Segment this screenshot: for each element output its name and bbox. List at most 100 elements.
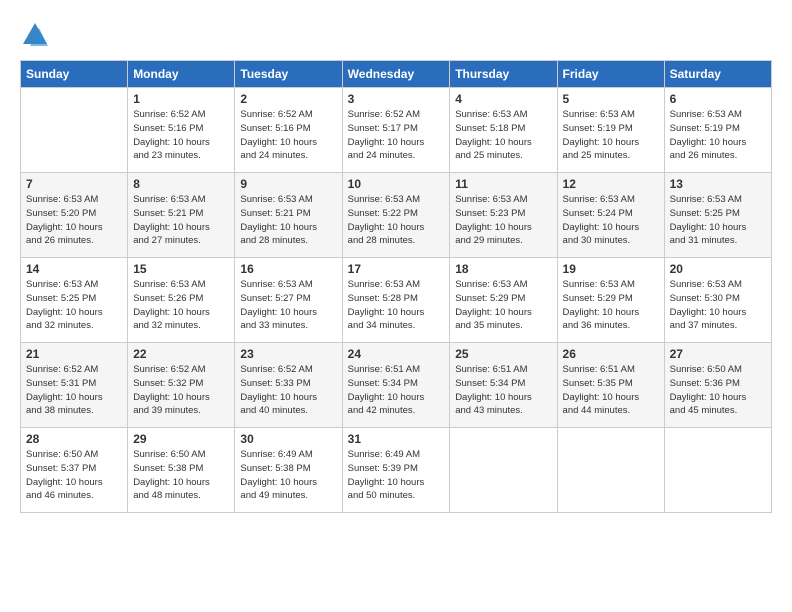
calendar-cell: 19 Sunrise: 6:53 AMSunset: 5:29 PMDayligh… [557,258,664,343]
calendar-cell: 25Sunrise: 6:51 AMSunset: 5:34 PMDayligh… [450,343,557,428]
day-number: 13 [670,177,766,191]
day-number: 24 [348,347,445,361]
day-info: Sunrise: 6:51 AMSunset: 5:35 PMDaylight:… [563,363,659,418]
day-number: 27 [670,347,766,361]
day-number: 31 [348,432,445,446]
week-row-3: 14 Sunrise: 6:53 AMSunset: 5:25 PMDayligh… [21,258,772,343]
day-info: Sunrise: 6:53 AMSunset: 5:30 PMDaylight:… [670,278,766,333]
logo [20,20,56,50]
day-number: 16 [240,262,336,276]
day-number: 19 [563,262,659,276]
column-header-monday: Monday [128,61,235,88]
day-number: 14 [26,262,122,276]
day-number: 18 [455,262,551,276]
calendar-cell [664,428,771,513]
calendar-cell [450,428,557,513]
day-info: Sunrise: 6:51 AMSunset: 5:34 PMDaylight:… [348,363,445,418]
week-row-1: 1 Sunrise: 6:52 AMSunset: 5:16 PMDaylight… [21,88,772,173]
calendar-body: 1 Sunrise: 6:52 AMSunset: 5:16 PMDaylight… [21,88,772,513]
calendar-cell: 26 Sunrise: 6:51 AMSunset: 5:35 PMDayligh… [557,343,664,428]
calendar-cell: 16 Sunrise: 6:53 AMSunset: 5:27 PMDayligh… [235,258,342,343]
header-row: SundayMondayTuesdayWednesdayThursdayFrid… [21,61,772,88]
day-info: Sunrise: 6:52 AMSunset: 5:16 PMDaylight:… [133,108,229,163]
calendar-cell [21,88,128,173]
day-number: 7 [26,177,122,191]
day-info: Sunrise: 6:53 AMSunset: 5:18 PMDaylight:… [455,108,551,163]
day-info: Sunrise: 6:53 AMSunset: 5:27 PMDaylight:… [240,278,336,333]
day-number: 26 [563,347,659,361]
day-info: Sunrise: 6:53 AMSunset: 5:29 PMDaylight:… [563,278,659,333]
day-number: 17 [348,262,445,276]
calendar-cell: 10Sunrise: 6:53 AMSunset: 5:22 PMDayligh… [342,173,450,258]
calendar-cell: 28 Sunrise: 6:50 AMSunset: 5:37 PMDayligh… [21,428,128,513]
day-number: 2 [240,92,336,106]
calendar-cell: 24 Sunrise: 6:51 AMSunset: 5:34 PMDayligh… [342,343,450,428]
day-number: 5 [563,92,659,106]
calendar-cell [557,428,664,513]
week-row-5: 28 Sunrise: 6:50 AMSunset: 5:37 PMDayligh… [21,428,772,513]
calendar-cell: 23Sunrise: 6:52 AMSunset: 5:33 PMDayligh… [235,343,342,428]
calendar-cell: 22 Sunrise: 6:52 AMSunset: 5:32 PMDayligh… [128,343,235,428]
day-info: Sunrise: 6:53 AMSunset: 5:19 PMDaylight:… [563,108,659,163]
day-number: 3 [348,92,445,106]
calendar-cell: 9Sunrise: 6:53 AMSunset: 5:21 PMDaylight… [235,173,342,258]
day-info: Sunrise: 6:53 AMSunset: 5:20 PMDaylight:… [26,193,122,248]
day-info: Sunrise: 6:53 AMSunset: 5:21 PMDaylight:… [240,193,336,248]
calendar-table: SundayMondayTuesdayWednesdayThursdayFrid… [20,60,772,513]
day-number: 8 [133,177,229,191]
calendar-cell: 12Sunrise: 6:53 AMSunset: 5:24 PMDayligh… [557,173,664,258]
calendar-cell: 6 Sunrise: 6:53 AMSunset: 5:19 PMDaylight… [664,88,771,173]
day-number: 22 [133,347,229,361]
day-info: Sunrise: 6:52 AMSunset: 5:16 PMDaylight:… [240,108,336,163]
calendar-cell: 18Sunrise: 6:53 AMSunset: 5:29 PMDayligh… [450,258,557,343]
day-info: Sunrise: 6:51 AMSunset: 5:34 PMDaylight:… [455,363,551,418]
day-info: Sunrise: 6:53 AMSunset: 5:25 PMDaylight:… [670,193,766,248]
day-info: Sunrise: 6:52 AMSunset: 5:32 PMDaylight:… [133,363,229,418]
day-info: Sunrise: 6:50 AMSunset: 5:37 PMDaylight:… [26,448,122,503]
day-info: Sunrise: 6:53 AMSunset: 5:21 PMDaylight:… [133,193,229,248]
day-number: 30 [240,432,336,446]
day-info: Sunrise: 6:53 AMSunset: 5:22 PMDaylight:… [348,193,445,248]
calendar-cell: 11 Sunrise: 6:53 AMSunset: 5:23 PMDayligh… [450,173,557,258]
calendar-cell: 14 Sunrise: 6:53 AMSunset: 5:25 PMDayligh… [21,258,128,343]
calendar-cell: 31 Sunrise: 6:49 AMSunset: 5:39 PMDayligh… [342,428,450,513]
column-header-tuesday: Tuesday [235,61,342,88]
day-number: 6 [670,92,766,106]
day-info: Sunrise: 6:49 AMSunset: 5:38 PMDaylight:… [240,448,336,503]
calendar-cell: 15 Sunrise: 6:53 AMSunset: 5:26 PMDayligh… [128,258,235,343]
day-number: 20 [670,262,766,276]
day-number: 23 [240,347,336,361]
calendar-cell: 2 Sunrise: 6:52 AMSunset: 5:16 PMDaylight… [235,88,342,173]
day-info: Sunrise: 6:52 AMSunset: 5:31 PMDaylight:… [26,363,122,418]
column-header-wednesday: Wednesday [342,61,450,88]
day-info: Sunrise: 6:53 AMSunset: 5:28 PMDaylight:… [348,278,445,333]
logo-icon [20,20,50,50]
day-number: 1 [133,92,229,106]
day-number: 21 [26,347,122,361]
day-info: Sunrise: 6:53 AMSunset: 5:23 PMDaylight:… [455,193,551,248]
calendar-cell: 1 Sunrise: 6:52 AMSunset: 5:16 PMDaylight… [128,88,235,173]
calendar-cell: 8 Sunrise: 6:53 AMSunset: 5:21 PMDaylight… [128,173,235,258]
column-header-thursday: Thursday [450,61,557,88]
day-info: Sunrise: 6:53 AMSunset: 5:25 PMDaylight:… [26,278,122,333]
day-number: 28 [26,432,122,446]
day-info: Sunrise: 6:49 AMSunset: 5:39 PMDaylight:… [348,448,445,503]
calendar-cell: 3 Sunrise: 6:52 AMSunset: 5:17 PMDaylight… [342,88,450,173]
day-info: Sunrise: 6:53 AMSunset: 5:19 PMDaylight:… [670,108,766,163]
page-header [20,20,772,50]
day-info: Sunrise: 6:52 AMSunset: 5:17 PMDaylight:… [348,108,445,163]
week-row-2: 7 Sunrise: 6:53 AMSunset: 5:20 PMDaylight… [21,173,772,258]
calendar-header: SundayMondayTuesdayWednesdayThursdayFrid… [21,61,772,88]
calendar-cell: 7 Sunrise: 6:53 AMSunset: 5:20 PMDaylight… [21,173,128,258]
calendar-cell: 30 Sunrise: 6:49 AMSunset: 5:38 PMDayligh… [235,428,342,513]
day-number: 12 [563,177,659,191]
day-info: Sunrise: 6:53 AMSunset: 5:26 PMDaylight:… [133,278,229,333]
calendar-cell: 5 Sunrise: 6:53 AMSunset: 5:19 PMDaylight… [557,88,664,173]
calendar-cell: 4Sunrise: 6:53 AMSunset: 5:18 PMDaylight… [450,88,557,173]
column-header-friday: Friday [557,61,664,88]
day-number: 15 [133,262,229,276]
calendar-cell: 20 Sunrise: 6:53 AMSunset: 5:30 PMDayligh… [664,258,771,343]
day-number: 11 [455,177,551,191]
column-header-sunday: Sunday [21,61,128,88]
calendar-cell: 29Sunrise: 6:50 AMSunset: 5:38 PMDayligh… [128,428,235,513]
